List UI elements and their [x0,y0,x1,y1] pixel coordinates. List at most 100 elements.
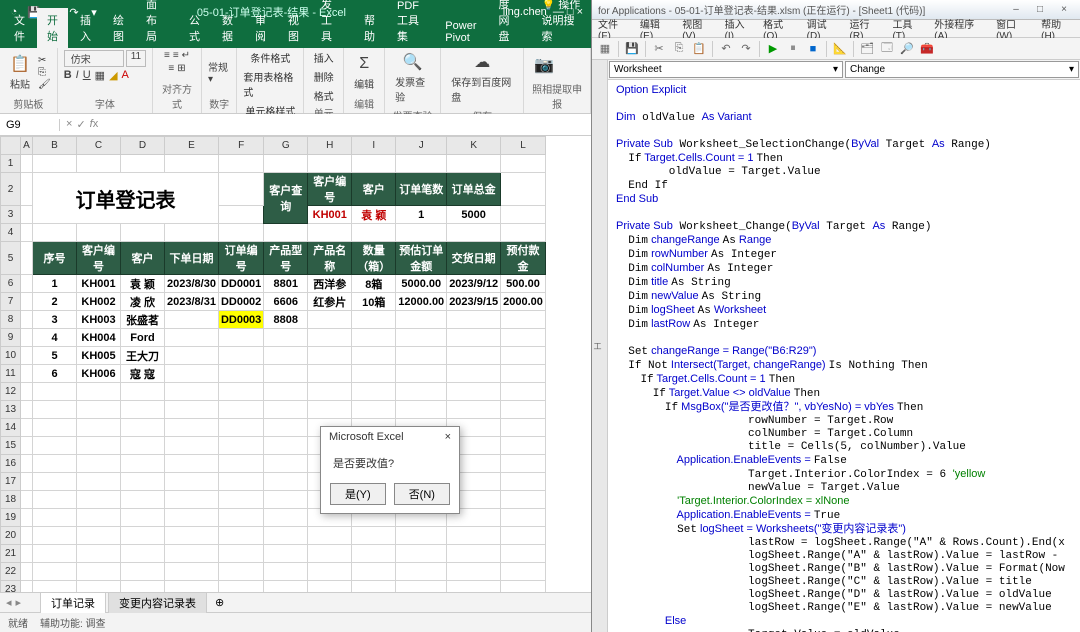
wrap-button[interactable]: ↵ [182,50,190,61]
ribbon-tab-9[interactable]: 开发工具 [311,0,352,48]
code-editor[interactable]: Option Explicit Dim oldValue As Variant … [608,80,1080,632]
vbe-view-icon[interactable]: ▦ [596,40,614,58]
object-dropdown[interactable]: Worksheet▾ [609,61,843,78]
format-painter-icon[interactable]: 🖌 [38,79,51,90]
font-name-select[interactable]: 仿宋 [64,50,124,67]
italic-button[interactable]: I [76,69,79,82]
ribbon-tab-0[interactable]: 文件 [4,8,35,48]
border-button[interactable]: ▦ [95,69,105,82]
ribbon-group-camera: 📷 照相提取申报 [524,48,591,113]
ribbon-search[interactable]: 💡 操作说明搜索 [532,0,592,48]
close-icon[interactable]: × [445,431,451,443]
worksheet-grid[interactable]: ABCDEFGHIJKL12订单登记表客户查询客户编号客户订单笔数订单总金3KH… [0,136,591,592]
ribbon-group-styles: 条件格式 套用表格格式 单元格样式 样式 [237,48,304,113]
paste-button[interactable]: 📋粘贴 [6,52,34,93]
fx-enter-icon[interactable]: ✓ [76,118,85,131]
editing-button[interactable]: Σ编辑 [350,52,378,93]
ribbon-tab-8[interactable]: 视图 [278,8,309,48]
status-bar: 就绪 辅助功能: 调查 [0,612,591,632]
bold-button[interactable]: B [64,69,72,82]
ribbon-group-font: 仿宋11 BIU▦◢A 字体 [58,48,153,113]
vbe-copy-icon[interactable]: ⎘ [670,40,688,58]
status-ready: 就绪 [8,615,28,630]
dialog-title: Microsoft Excel [329,431,404,443]
sheet-tab[interactable]: 订单记录 [40,592,106,613]
copy-icon[interactable]: ⎘ [38,67,51,78]
ribbon-tab-7[interactable]: 审阅 [245,8,276,48]
ribbon-tab-3[interactable]: 绘图 [103,8,134,48]
no-button[interactable]: 否(N) [394,483,450,505]
ribbon-tabs: 文件开始插入绘图页面布局公式数据审阅视图开发工具帮助PDF工具集Power Pi… [0,24,591,48]
vbe-cut-icon[interactable]: ✂ [650,40,668,58]
ribbon-group-cells: 插入 删除 格式 单元格 [304,48,344,113]
table-row: 72KH002凌 欣2023/8/31DD00026606红参片10箱12000… [1,293,546,311]
sheet-tab-bar: ◂ ▸ 订单记录变更内容记录表⊕ [0,592,591,612]
table-row: 83KH003张盛茗DD00038808 [1,311,546,329]
vbe-prop-icon[interactable]: 🗔 [878,40,896,58]
excel-window: ◔ 💾 ↶ ↷ ▾ 05-01-订单登记表-结果 - Excel ling.ch… [0,0,592,632]
ribbon-tab-12[interactable]: Power Pivot [435,16,486,48]
align-top-icon[interactable]: ≡ [164,50,170,61]
ribbon-tab-13[interactable]: 百度网盘 [488,0,529,48]
font-color-button[interactable]: A [122,69,129,82]
chevron-down-icon: ▾ [1069,64,1074,75]
underline-button[interactable]: U [83,69,91,82]
project-explorer-collapsed[interactable]: 工0101 [592,60,608,632]
vbe-undo-icon[interactable]: ↶ [717,40,735,58]
camera-button[interactable]: 📷 [530,53,558,77]
ribbon-group-invoice: 🔍发票查验 发票查验 [385,48,441,113]
tab-next-icon[interactable]: ▸ [16,596,22,609]
number-format-select[interactable]: 常规▾ [208,59,230,85]
table-title: 订单登记表 [33,173,219,224]
format-table-button[interactable]: 套用表格格式 [243,69,297,99]
ribbon-tab-5[interactable]: 公式 [179,8,210,48]
vbe-toolbox-icon[interactable]: 🧰 [918,40,936,58]
ribbon-tab-1[interactable]: 开始 [37,8,68,48]
vbe-paste-icon[interactable]: 📋 [690,40,708,58]
vbe-redo-icon[interactable]: ↷ [737,40,755,58]
tab-prev-icon[interactable]: ◂ [6,596,12,609]
vbe-project-icon[interactable]: 🗂 [858,40,876,58]
insert-cells-button[interactable]: 插入 [314,50,334,65]
name-box[interactable]: G9 [0,119,60,131]
table-row: 94KH004Ford [1,329,546,347]
ribbon-tab-2[interactable]: 插入 [70,8,101,48]
ribbon-tab-4[interactable]: 页面布局 [136,0,177,48]
vbe-save-icon[interactable]: 💾 [623,40,641,58]
font-size-select[interactable]: 11 [126,50,146,67]
align-left-icon[interactable]: ≡ [168,63,174,74]
add-sheet-button[interactable]: ⊕ [209,596,230,609]
vbe-toolbar: ▦ 💾 ✂ ⎘ 📋 ↶ ↷ ▶ ⏸ ■ 📐 🗂 🗔 🔎 🧰 [592,38,1080,60]
delete-cells-button[interactable]: 删除 [314,69,334,84]
yes-button[interactable]: 是(Y) [330,483,386,505]
query-label: 客户查询 [264,173,308,224]
vbe-design-icon[interactable]: 📐 [831,40,849,58]
code-dropdown-bar: Worksheet▾ Change▾ [608,60,1080,80]
invoice-button[interactable]: 🔍发票查验 [391,50,434,106]
sheet-tab[interactable]: 变更内容记录表 [108,592,207,613]
fx-cancel-icon[interactable]: × [66,118,72,131]
vbe-break-icon[interactable]: ⏸ [784,40,802,58]
save-cloud-button[interactable]: ☁保存到百度网盘 [447,50,517,106]
cloud-icon: ☁ [472,52,492,72]
window-button[interactable]: – [1006,3,1026,17]
vbe-reset-icon[interactable]: ■ [804,40,822,58]
window-button[interactable]: □ [1030,3,1050,17]
align-mid-icon[interactable]: ≡ [173,50,179,61]
vbe-run-icon[interactable]: ▶ [764,40,782,58]
vbe-browser-icon[interactable]: 🔎 [898,40,916,58]
fill-color-button[interactable]: ◢ [109,69,117,82]
vbe-window: for Applications - 05-01-订单登记表-结果.xlsm (… [592,0,1080,632]
fx-icon[interactable]: fx [90,118,99,131]
ribbon-tab-11[interactable]: PDF工具集 [387,0,433,48]
ribbon-tab-6[interactable]: 数据 [212,8,243,48]
ribbon-tab-10[interactable]: 帮助 [354,8,385,48]
format-cells-button[interactable]: 格式 [314,88,334,103]
table-row: 61KH001袁 颖2023/8/30DD00018801西洋参8箱5000.0… [1,275,546,293]
merge-button[interactable]: ⊞ [177,63,185,74]
procedure-dropdown[interactable]: Change▾ [845,61,1079,78]
status-acc: 辅助功能: 调查 [40,615,106,630]
cut-icon[interactable]: ✂ [38,55,51,66]
cond-format-button[interactable]: 条件格式 [250,50,290,65]
window-button[interactable]: × [1054,3,1074,17]
